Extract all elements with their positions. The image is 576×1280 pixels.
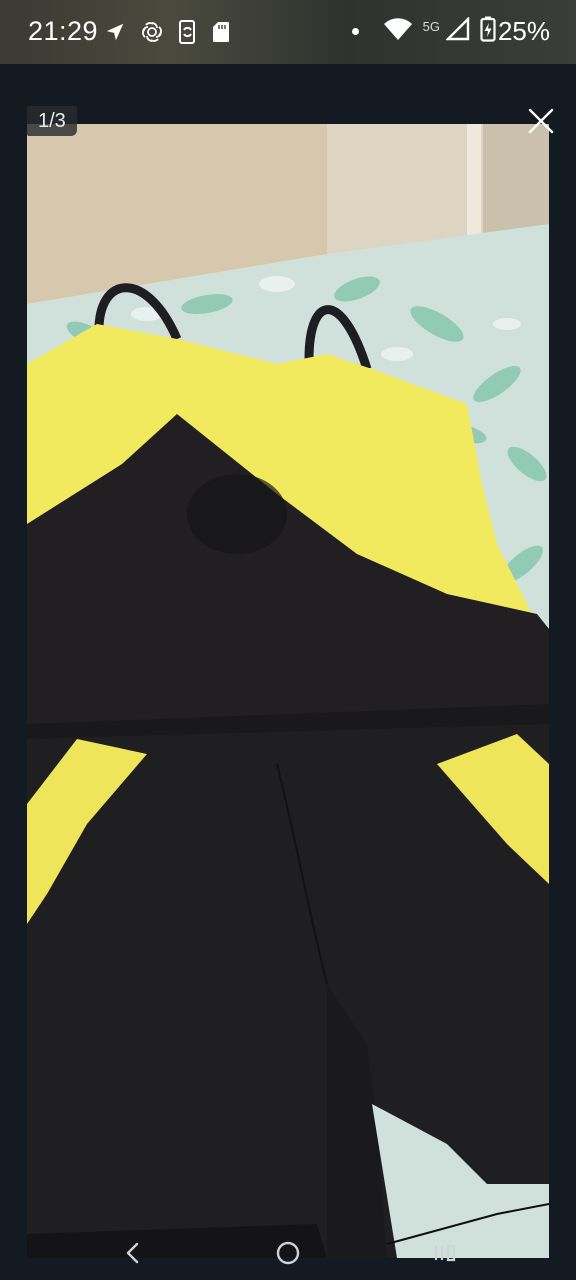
signal-icon: [445, 16, 470, 46]
home-icon[interactable]: [273, 1238, 303, 1268]
back-button[interactable]: [118, 1238, 148, 1268]
wifi-icon: [383, 17, 413, 46]
recents-icon[interactable]: [430, 1238, 460, 1268]
battery-charging-icon: [480, 16, 496, 47]
status-time: 21:29: [28, 16, 99, 46]
close-button[interactable]: [526, 106, 556, 136]
image-viewer: 1/3: [0, 64, 576, 1280]
home-button[interactable]: [273, 1238, 303, 1268]
photo[interactable]: [27, 124, 549, 1258]
notification-dot-icon: [351, 28, 359, 35]
network-type: 5G: [422, 19, 440, 34]
navigation-bar: [0, 1224, 576, 1280]
phone-sync-icon: [178, 20, 198, 49]
close-icon[interactable]: [526, 106, 556, 136]
battery-percent: 25%: [497, 16, 550, 46]
status-bar: 21:29 5G 25%: [0, 0, 576, 64]
openai-icon: [140, 20, 164, 49]
page-counter: 1/3: [27, 106, 77, 136]
status-icons-right: 5G 25%: [351, 16, 550, 47]
navigation-icon: [104, 21, 126, 48]
recents-button[interactable]: [430, 1238, 460, 1268]
sd-card-icon: [212, 21, 230, 48]
status-icons-left: [104, 20, 230, 49]
back-icon[interactable]: [118, 1238, 148, 1268]
screen: 21:29 5G 25% 1/3: [0, 0, 576, 1280]
